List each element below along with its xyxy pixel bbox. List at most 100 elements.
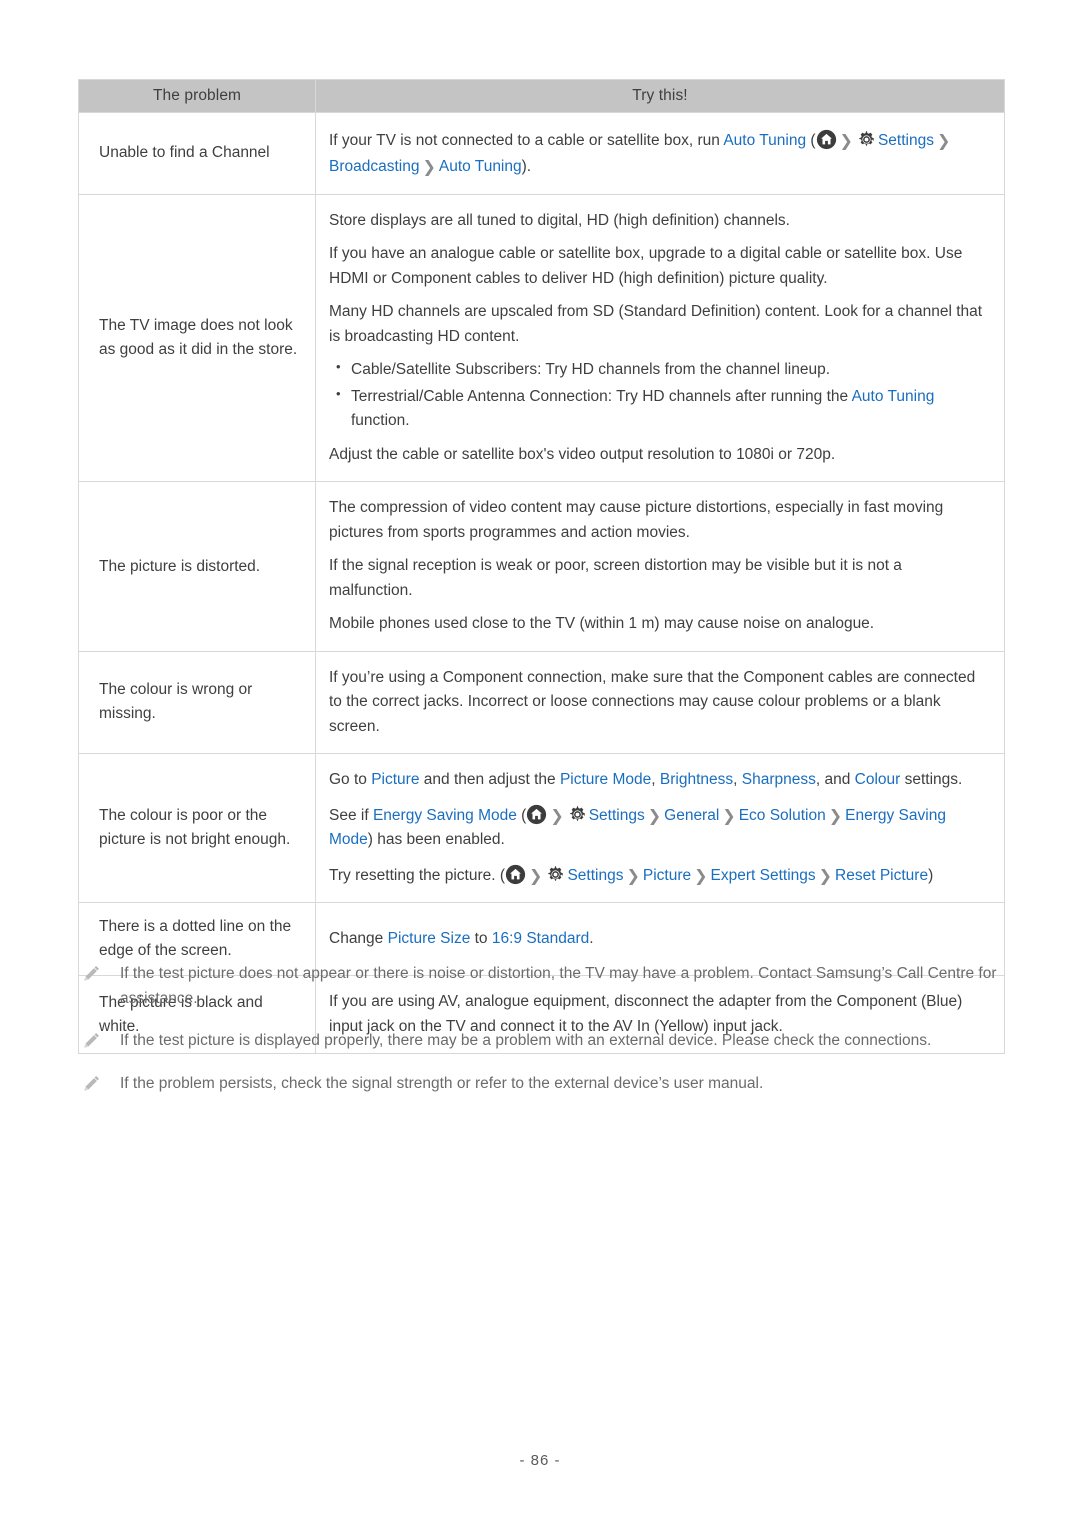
answer-paragraph: Go to Picture and then adjust the Pictur…	[329, 768, 986, 792]
text-fragment: ).	[521, 158, 532, 176]
table-row: Unable to find a Channel If your TV is n…	[78, 112, 1005, 195]
link-auto-tuning[interactable]: Auto Tuning	[852, 388, 935, 405]
answer-cell: If your TV is not connected to a cable o…	[315, 112, 1005, 195]
text-fragment: ,	[651, 771, 660, 789]
text-fragment: Change	[329, 929, 388, 947]
answer-paragraph: Many HD channels are upscaled from SD (S…	[329, 303, 983, 345]
page: The problem Try this! Unable to find a C…	[0, 0, 1080, 1527]
text-fragment: If your TV is not connected to a cable o…	[329, 132, 724, 149]
list-item: Terrestrial/Cable Antenna Connection: Tr…	[336, 384, 986, 434]
link-brightness[interactable]: Brightness	[660, 771, 733, 788]
troubleshooting-table: The problem Try this! Unable to find a C…	[78, 79, 1005, 1055]
text-fragment: to	[470, 929, 492, 947]
pencil-icon	[82, 1072, 120, 1099]
note-text: If the test picture is displayed properl…	[120, 1031, 932, 1049]
link-picture[interactable]: Picture	[371, 771, 419, 788]
gear-icon	[545, 864, 566, 885]
link-eco-solution[interactable]: Eco Solution	[739, 807, 826, 824]
pencil-icon	[82, 962, 120, 989]
chevron-right-icon: ❯	[839, 131, 853, 150]
text-fragment: .	[589, 929, 594, 947]
note-text: If the test picture does not appear or t…	[120, 965, 997, 1007]
text-fragment: ) has been enabled.	[367, 831, 505, 849]
note-text: If the problem persists, check the signa…	[120, 1075, 764, 1093]
chevron-right-icon: ❯	[694, 865, 708, 885]
answer-paragraph: Try resetting the picture. (❯ Settings ❯ Pi…	[329, 862, 986, 888]
home-icon	[526, 804, 547, 825]
chevron-right-icon: ❯	[550, 805, 564, 825]
text-fragment: Terrestrial/Cable Antenna Connection: Tr…	[351, 387, 852, 405]
answer-paragraph: If you have an analogue cable or satelli…	[329, 245, 963, 287]
chevron-right-icon: ❯	[626, 865, 640, 885]
text-fragment: (	[806, 132, 816, 149]
answer-cell: Store displays are all tuned to digital,…	[315, 193, 1005, 483]
problem-cell: Unable to find a Channel	[78, 112, 316, 195]
text-fragment: , and	[815, 771, 855, 789]
gear-icon	[567, 804, 588, 825]
link-16-9-standard[interactable]: 16:9 Standard	[492, 930, 589, 947]
chevron-right-icon: ❯	[828, 805, 843, 825]
table-row: The colour is poor or the picture is not…	[78, 753, 1005, 904]
answer-paragraph: Change Picture Size to 16:9 Standard.	[329, 927, 986, 951]
text-fragment: )	[928, 866, 934, 884]
answer-paragraph: Mobile phones used close to the TV (with…	[329, 615, 875, 633]
note-item: If the problem persists, check the signa…	[82, 1072, 1008, 1099]
note-item: If the test picture does not appear or t…	[82, 962, 1008, 1012]
table-header-row: The problem Try this!	[78, 79, 1005, 113]
page-number: - 86 -	[519, 1452, 561, 1469]
link-expert-settings[interactable]: Expert Settings	[711, 867, 816, 884]
chevron-right-icon: ❯	[722, 805, 736, 825]
problem-cell: The picture is distorted.	[78, 481, 316, 652]
link-settings[interactable]: Settings	[567, 867, 623, 884]
link-colour[interactable]: Colour	[855, 771, 901, 788]
answer-paragraph: See if Energy Saving Mode (❯ Settings ❯ Gen…	[329, 802, 986, 853]
gear-icon	[856, 129, 877, 150]
home-icon	[816, 129, 837, 150]
answer-paragraph: Adjust the cable or satellite box's vide…	[329, 445, 836, 463]
problem-cell: The colour is poor or the picture is not…	[78, 753, 316, 904]
problem-cell: The TV image does not look as good as it…	[78, 193, 316, 483]
link-auto-tuning[interactable]: Auto Tuning	[723, 132, 806, 149]
note-item: If the test picture is displayed properl…	[82, 1029, 1008, 1056]
link-picture-mode[interactable]: Picture Mode	[560, 771, 651, 788]
chevron-right-icon: ❯	[529, 865, 543, 885]
answer-cell: If you’re using a Component connection, …	[315, 650, 1005, 755]
answer-cell: The compression of video content may cau…	[315, 481, 1005, 652]
answer-paragraph: If your TV is not connected to a cable o…	[329, 127, 986, 180]
chevron-right-icon: ❯	[647, 805, 662, 825]
link-sharpness[interactable]: Sharpness	[742, 771, 816, 788]
column-header-try-this: Try this!	[315, 79, 1005, 113]
table-row: The picture is distorted. The compressio…	[78, 481, 1005, 652]
table-row: The TV image does not look as good as it…	[78, 193, 1005, 483]
link-picture[interactable]: Picture	[643, 867, 691, 884]
text-fragment: settings.	[900, 771, 963, 789]
answer-paragraph: If you’re using a Component connection, …	[329, 668, 976, 735]
link-broadcasting[interactable]: Broadcasting	[329, 158, 419, 175]
text-fragment: and then adjust the	[419, 771, 560, 789]
link-picture-size[interactable]: Picture Size	[388, 930, 471, 947]
notes-list: If the test picture does not appear or t…	[82, 962, 1008, 1116]
link-general[interactable]: General	[664, 807, 719, 824]
text-fragment: (	[516, 806, 527, 824]
link-reset-picture[interactable]: Reset Picture	[835, 867, 928, 884]
text-fragment: Try resetting the picture. (	[329, 866, 506, 884]
text-fragment: Go to	[329, 771, 372, 789]
answer-bullet-list: Cable/Satellite Subscribers: Try HD chan…	[329, 357, 986, 434]
list-item: Cable/Satellite Subscribers: Try HD chan…	[336, 357, 986, 382]
link-settings[interactable]: Settings	[878, 132, 934, 149]
text-fragment: ,	[733, 771, 742, 789]
link-auto-tuning-2[interactable]: Auto Tuning	[439, 158, 522, 175]
pencil-icon	[82, 1029, 120, 1056]
column-header-problem: The problem	[78, 79, 316, 113]
answer-cell: Go to Picture and then adjust the Pictur…	[315, 753, 1005, 904]
table-row: The colour is wrong or missing. If you’r…	[78, 650, 1005, 755]
chevron-right-icon: ❯	[422, 157, 436, 177]
answer-paragraph: If the signal reception is weak or poor,…	[329, 557, 902, 599]
problem-cell: The colour is wrong or missing.	[78, 650, 316, 755]
link-settings[interactable]: Settings	[589, 807, 645, 824]
link-energy-saving-mode[interactable]: Energy Saving Mode	[373, 807, 517, 824]
home-icon	[505, 864, 526, 885]
answer-paragraph: Store displays are all tuned to digital,…	[329, 211, 790, 229]
chevron-right-icon: ❯	[818, 865, 833, 885]
chevron-right-icon: ❯	[936, 131, 951, 150]
